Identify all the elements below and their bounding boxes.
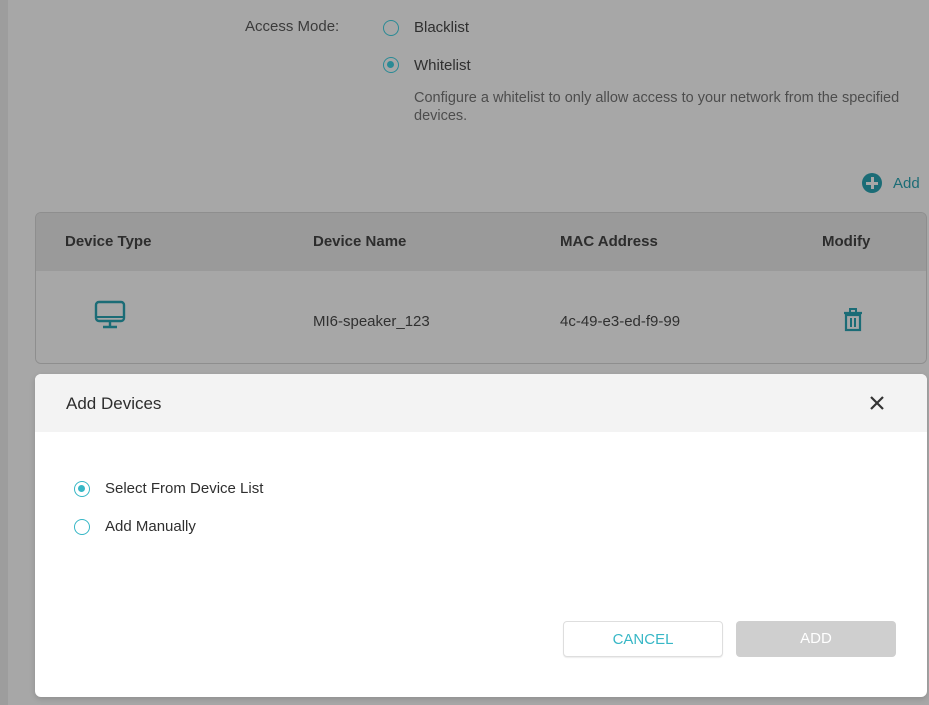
table-row: MI6-speaker_123 4c-49-e3-ed-f9-99 [36, 271, 926, 363]
add-manually-label[interactable]: Add Manually [105, 518, 196, 535]
dialog-header: Add Devices [35, 374, 927, 432]
add-link-label: Add [893, 174, 920, 192]
whitelist-radio[interactable] [383, 57, 399, 73]
left-panel-edge [0, 0, 8, 705]
table-header: Device Type Device Name MAC Address Modi… [36, 213, 926, 271]
trash-icon[interactable] [842, 307, 864, 333]
header-mac-address: MAC Address [560, 233, 658, 250]
whitelist-description: Configure a whitelist to only allow acce… [414, 90, 900, 124]
add-device-link[interactable]: Add [862, 172, 920, 194]
header-modify: Modify [822, 233, 871, 250]
select-from-list-radio[interactable] [74, 481, 90, 497]
blacklist-radio[interactable] [383, 20, 399, 36]
access-mode-label: Access Mode: [245, 18, 340, 35]
add-manually-radio[interactable] [74, 519, 90, 535]
monitor-icon [94, 299, 126, 331]
add-devices-dialog: Add Devices Select From Device List Add … [35, 374, 927, 697]
device-table: Device Type Device Name MAC Address Modi… [35, 212, 927, 364]
add-button[interactable]: ADD [736, 621, 896, 657]
whitelist-label[interactable]: Whitelist [414, 57, 471, 74]
header-device-type: Device Type [65, 233, 152, 250]
blacklist-label[interactable]: Blacklist [414, 19, 469, 36]
select-from-list-label[interactable]: Select From Device List [105, 480, 263, 497]
mac-address-cell: 4c-49-e3-ed-f9-99 [560, 313, 681, 330]
header-device-name: Device Name [313, 233, 407, 250]
cancel-button[interactable]: CANCEL [563, 621, 723, 657]
dialog-title: Add Devices [66, 394, 162, 413]
close-icon[interactable] [866, 392, 888, 414]
plus-circle-icon [862, 173, 882, 193]
device-name-cell: MI6-speaker_123 [313, 313, 430, 330]
